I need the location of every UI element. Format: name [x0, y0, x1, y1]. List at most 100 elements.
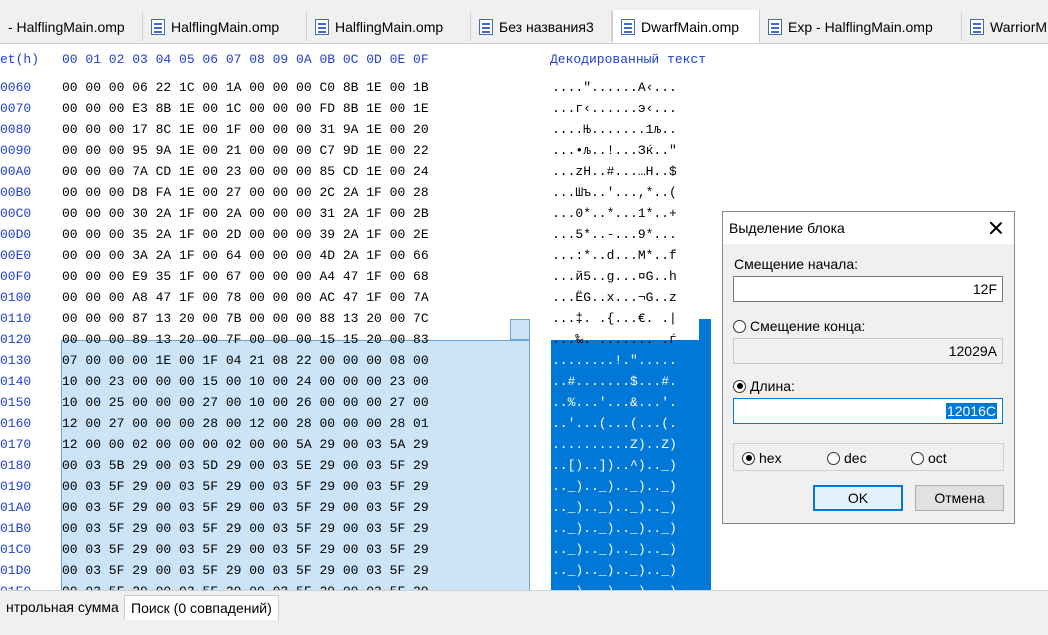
row-decoded-text[interactable]: ...0*..*...1*..+: [552, 206, 677, 221]
length-label: Длина:: [750, 378, 795, 394]
end-offset-radio[interactable]: Смещение конца:: [733, 318, 865, 334]
row-decoded-text[interactable]: .._).._).._).._): [552, 479, 677, 494]
row-decoded-text[interactable]: ...."......А‹...: [552, 80, 677, 95]
dialog-title: Выделение блока: [729, 220, 845, 236]
row-decoded-text[interactable]: .._).._).._).._): [552, 563, 677, 578]
row-decoded-text[interactable]: ........!.".....: [552, 353, 677, 368]
row-hex-bytes[interactable]: 10 00 23 00 00 00 15 00 10 00 24 00 00 0…: [62, 374, 429, 389]
row-decoded-text[interactable]: .._).._).._).._): [552, 521, 677, 536]
tab-label: нтрольная сумма: [6, 599, 119, 615]
close-icon[interactable]: [982, 214, 1010, 242]
tab-warrior-main[interactable]: WarriorM: [962, 12, 1048, 41]
row-offset: 0060: [0, 80, 32, 95]
row-offset: 00F0: [0, 269, 32, 284]
tab-halfling-main-3[interactable]: HalflingMain.omp: [307, 12, 471, 41]
row-hex-bytes[interactable]: 00 00 00 87 13 20 00 7B 00 00 00 88 13 2…: [62, 311, 429, 326]
row-decoded-text[interactable]: ..........Z)..Z): [552, 437, 677, 452]
length-radio[interactable]: Длина:: [733, 378, 795, 394]
start-offset-label: Смещение начала:: [734, 256, 859, 272]
tab-untitled-3[interactable]: Без названия3: [471, 12, 612, 41]
file-icon: [151, 18, 165, 35]
row-decoded-text[interactable]: ...•љ..!...Зќ..": [552, 143, 677, 158]
text-selection-start: [699, 319, 711, 340]
row-hex-bytes[interactable]: 00 03 5F 29 00 03 5F 29 00 03 5F 29 00 0…: [62, 542, 429, 557]
row-decoded-text[interactable]: ...Шъ..'...,*..(: [552, 185, 677, 200]
row-hex-bytes[interactable]: 00 03 5B 29 00 03 5D 29 00 03 5E 29 00 0…: [62, 458, 429, 473]
row-hex-bytes[interactable]: 10 00 25 00 00 00 27 00 10 00 26 00 00 0…: [62, 395, 429, 410]
tab-search-results[interactable]: Поиск (0 совпадений): [124, 595, 279, 620]
row-hex-bytes[interactable]: 00 00 00 D8 FA 1E 00 27 00 00 00 2C 2A 1…: [62, 185, 429, 200]
row-hex-bytes[interactable]: 00 00 00 35 2A 1F 00 2D 00 00 00 39 2A 1…: [62, 227, 429, 242]
row-hex-bytes[interactable]: 00 00 00 E9 35 1F 00 67 00 00 00 A4 47 1…: [62, 269, 429, 284]
row-decoded-text[interactable]: ..[)..])..^).._): [552, 458, 677, 473]
row-hex-bytes[interactable]: 12 00 00 02 00 00 00 02 00 00 5A 29 00 0…: [62, 437, 429, 452]
cancel-button[interactable]: Отмена: [915, 485, 1004, 511]
row-hex-bytes[interactable]: 00 03 5F 29 00 03 5F 29 00 03 5F 29 00 0…: [62, 521, 429, 536]
row-offset: 01C0: [0, 542, 32, 557]
row-decoded-text[interactable]: .._).._).._).._): [552, 542, 677, 557]
column-header: 00 01 02 03 04 05 06 07 08 09 0A 0B 0C 0…: [62, 52, 429, 67]
tab-halfling-main-1[interactable]: - HalflingMain.omp: [0, 12, 143, 41]
row-decoded-text[interactable]: ..'...(...(...(.: [552, 416, 677, 431]
row-hex-bytes[interactable]: 00 03 5F 29 00 03 5F 29 00 03 5F 29 00 0…: [62, 500, 429, 515]
tab-label: Без названия3: [499, 18, 594, 35]
row-offset: 00B0: [0, 185, 32, 200]
row-decoded-text[interactable]: ...‰. ....... .ѓ: [552, 332, 677, 347]
row-decoded-text[interactable]: ...‡. .{...€. .|: [552, 311, 677, 326]
length-input[interactable]: 12016C: [733, 398, 1003, 424]
length-value: 12016C: [945, 403, 997, 419]
hex-radio[interactable]: hex: [742, 450, 782, 466]
row-hex-bytes[interactable]: 00 00 00 89 13 20 00 7F 00 00 00 15 15 2…: [62, 332, 429, 347]
row-hex-bytes[interactable]: 00 00 00 30 2A 1F 00 2A 00 00 00 31 2A 1…: [62, 206, 429, 221]
file-icon: [621, 18, 635, 35]
row-offset: 0090: [0, 143, 32, 158]
tab-label: WarriorM: [990, 18, 1048, 35]
row-decoded-text[interactable]: .._).._).._).._): [552, 500, 677, 515]
tab-exp-halfling-main[interactable]: Exp - HalflingMain.omp: [760, 12, 962, 41]
row-decoded-text[interactable]: ....Њ.......1љ..: [552, 122, 677, 137]
radio-icon: [733, 319, 746, 333]
row-hex-bytes[interactable]: 07 00 00 00 1E 00 1F 04 21 08 22 00 00 0…: [62, 353, 429, 368]
row-offset: 0160: [0, 416, 32, 431]
start-offset-value: 12F: [972, 281, 997, 297]
row-offset: 00C0: [0, 206, 32, 221]
ok-button[interactable]: OK: [813, 485, 903, 511]
tab-checksum[interactable]: нтрольная сумма: [0, 595, 125, 619]
row-decoded-text[interactable]: ..%...'...&...'.: [552, 395, 677, 410]
row-decoded-text[interactable]: ..#.......$...#.: [552, 374, 677, 389]
row-hex-bytes[interactable]: 00 03 5F 29 00 03 5F 29 00 03 5F 29 00 0…: [62, 563, 429, 578]
end-offset-input[interactable]: 12029A: [733, 338, 1003, 364]
radio-icon: [911, 451, 924, 465]
row-offset: 01D0: [0, 563, 32, 578]
tab-halfling-main-2[interactable]: HalflingMain.omp: [143, 12, 307, 41]
row-decoded-text[interactable]: ...zН..#...…Н..$: [552, 164, 677, 179]
tab-label: Поиск (0 совпадений): [131, 600, 272, 616]
row-hex-bytes[interactable]: 00 00 00 A8 47 1F 00 78 00 00 00 AC 47 1…: [62, 290, 429, 305]
tab-dwarf-main[interactable]: DwarfMain.omp: [612, 10, 760, 43]
row-hex-bytes[interactable]: 00 00 00 E3 8B 1E 00 1C 00 00 00 FD 8B 1…: [62, 101, 429, 116]
row-hex-bytes[interactable]: 00 00 00 17 8C 1E 00 1F 00 00 00 31 9A 1…: [62, 122, 429, 137]
oct-radio[interactable]: oct: [911, 450, 947, 466]
row-decoded-text[interactable]: ...5*..-...9*...: [552, 227, 677, 242]
row-decoded-text[interactable]: ...г‹......э‹...: [552, 101, 677, 116]
row-hex-bytes[interactable]: 00 00 00 3A 2A 1F 00 64 00 00 00 4D 2A 1…: [62, 248, 429, 263]
dec-radio[interactable]: dec: [827, 450, 867, 466]
row-offset: 0150: [0, 395, 32, 410]
row-hex-bytes[interactable]: 00 03 5F 29 00 03 5F 29 00 03 5F 29 00 0…: [62, 479, 429, 494]
tab-bar: - HalflingMain.omp HalflingMain.omp Half…: [0, 10, 1048, 44]
file-icon: [768, 18, 782, 35]
row-hex-bytes[interactable]: 00 00 00 06 22 1C 00 1A 00 00 00 C0 8B 1…: [62, 80, 429, 95]
row-decoded-text[interactable]: ...й5..g...¤G..h: [552, 269, 677, 284]
row-decoded-text[interactable]: ...:*..d...M*..f: [552, 248, 677, 263]
dialog-titlebar: Выделение блока: [723, 212, 1014, 244]
row-decoded-text[interactable]: ...ЁG..x...¬G..z: [552, 290, 677, 305]
row-hex-bytes[interactable]: 00 00 00 95 9A 1E 00 21 00 00 00 C7 9D 1…: [62, 143, 429, 158]
dec-label: dec: [844, 450, 867, 466]
row-hex-bytes[interactable]: 00 00 00 7A CD 1E 00 23 00 00 00 85 CD 1…: [62, 164, 429, 179]
start-offset-input[interactable]: 12F: [733, 276, 1003, 302]
row-hex-bytes[interactable]: 12 00 27 00 00 00 28 00 12 00 28 00 00 0…: [62, 416, 429, 431]
row-offset: 0110: [0, 311, 32, 326]
decoded-text-header: Декодированный текст: [550, 52, 707, 67]
row-offset: 01A0: [0, 500, 32, 515]
row-offset: 0140: [0, 374, 32, 389]
